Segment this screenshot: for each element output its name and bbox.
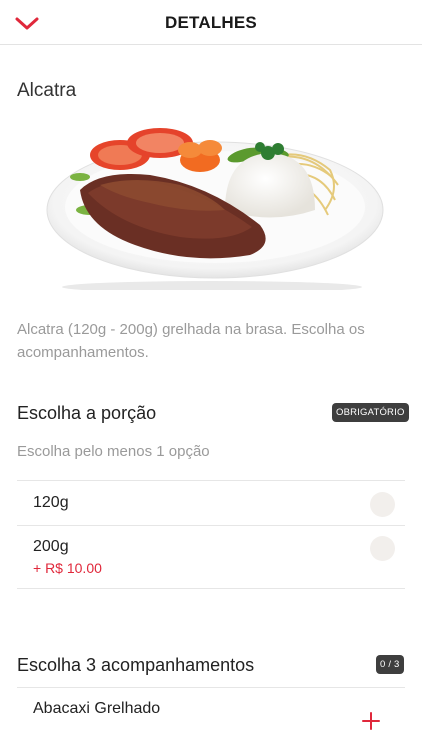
product-description: Alcatra (120g - 200g) grelhada na brasa.… bbox=[17, 321, 365, 361]
option-price: + R$ 10.00 bbox=[33, 560, 102, 576]
required-badge: OBRIGATÓRIO bbox=[332, 403, 409, 422]
divider bbox=[17, 687, 405, 688]
side-item-label: Abacaxi Grelhado bbox=[33, 700, 161, 717]
divider bbox=[17, 480, 405, 481]
product-image bbox=[46, 128, 384, 290]
portion-section-subtitle: Escolha pelo menos 1 opção bbox=[17, 443, 210, 460]
option-radio[interactable] bbox=[370, 492, 395, 517]
sides-counter-badge: 0 / 3 bbox=[376, 655, 404, 674]
divider bbox=[17, 588, 405, 589]
product-name: Alcatra bbox=[17, 80, 77, 101]
option-label: 200g bbox=[33, 538, 69, 555]
sides-section-title: Escolha 3 acompanhamentos bbox=[17, 655, 255, 675]
header-bar: DETALHES bbox=[0, 0, 422, 45]
option-radio[interactable] bbox=[370, 536, 395, 561]
divider bbox=[17, 525, 405, 526]
plus-icon[interactable] bbox=[361, 711, 381, 731]
page-title: DETALHES bbox=[165, 13, 257, 32]
portion-section-title: Escolha a porção bbox=[17, 403, 157, 423]
option-label: 120g bbox=[33, 494, 69, 511]
